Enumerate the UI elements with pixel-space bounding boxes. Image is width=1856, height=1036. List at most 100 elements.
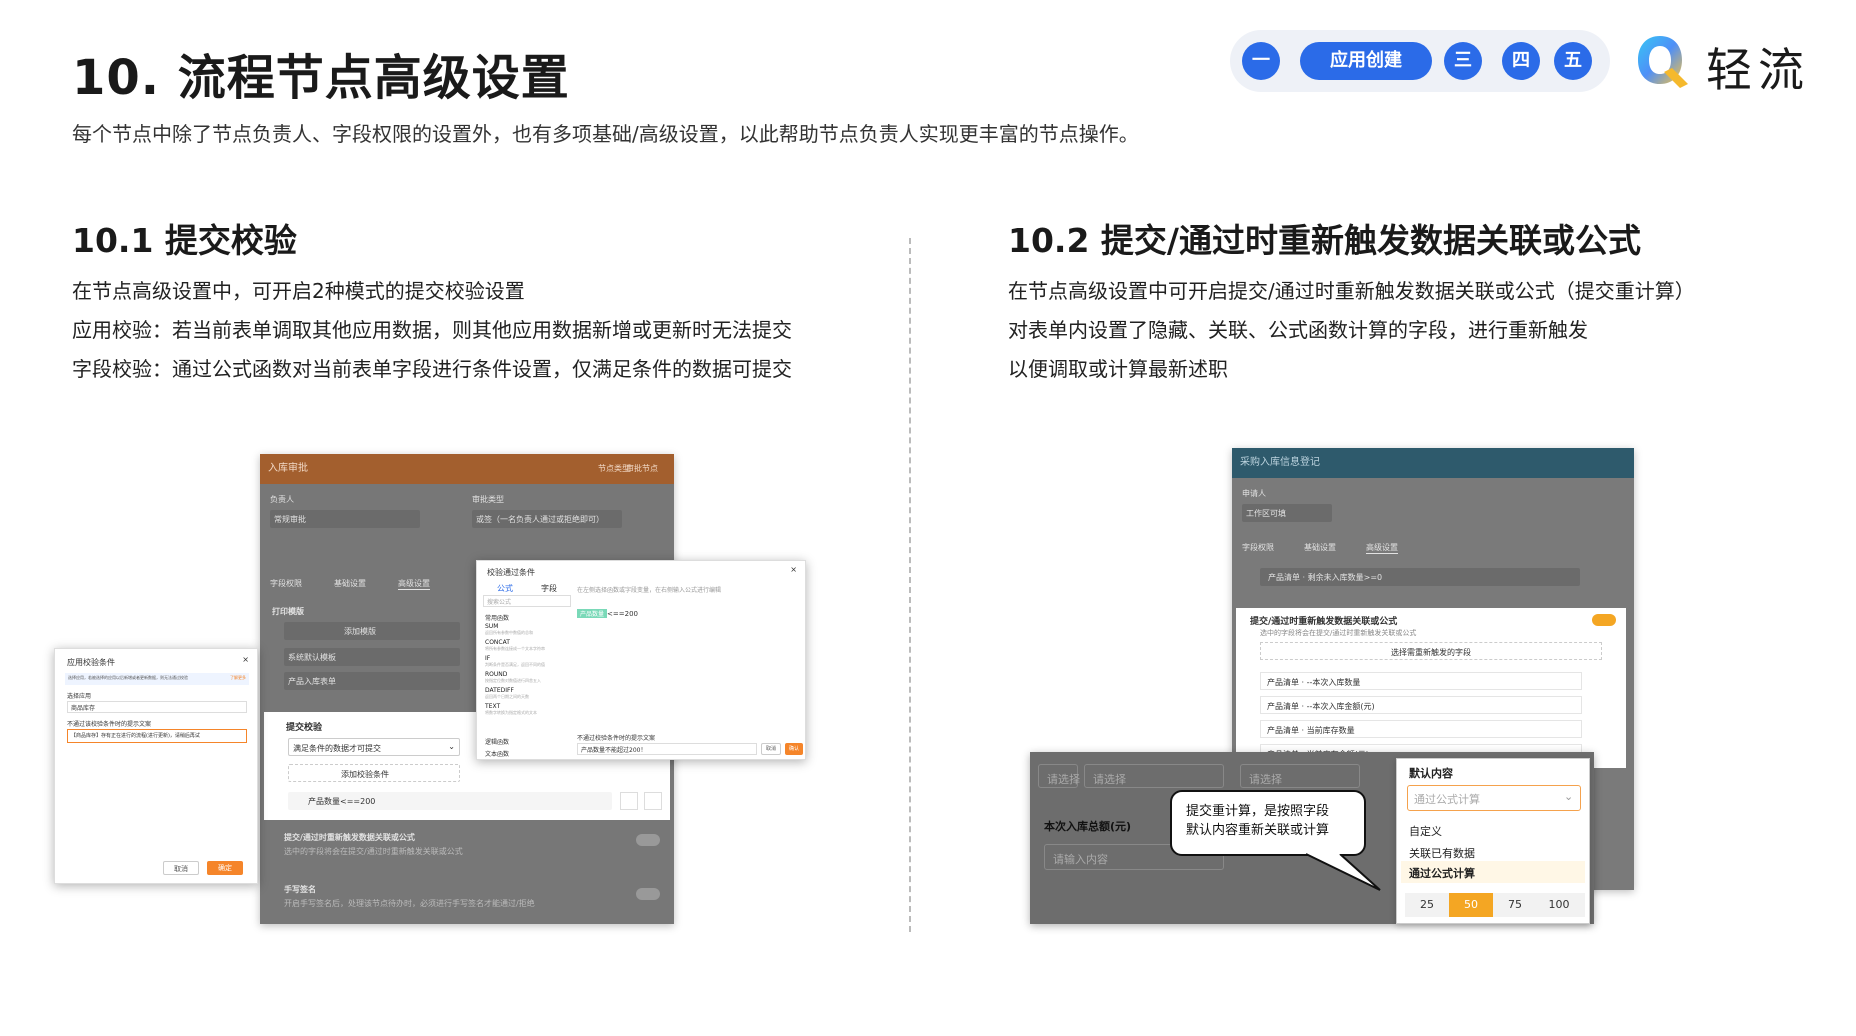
tab-formula[interactable]: 公式 bbox=[497, 583, 513, 594]
function-group[interactable]: 文本函数 bbox=[485, 749, 509, 758]
sign-desc: 开启手写签名后，处理该节点待办时，必须进行手写签名才能通过/拒绝 bbox=[284, 899, 535, 908]
node-title: 采购入库信息登记 bbox=[1240, 457, 1320, 468]
tab-field[interactable]: 字段 bbox=[541, 583, 557, 594]
section-2-line: 在节点高级设置中可开启提交/通过时重新触发数据关联或公式（提交重计算） bbox=[1008, 279, 1695, 303]
field-row[interactable]: 产品清单 · --本次入库金额(元) bbox=[1260, 696, 1582, 714]
select-app-input[interactable]: 商品库存 bbox=[67, 701, 247, 713]
number-scale: 25 50 75 100 bbox=[1405, 893, 1585, 917]
field-row[interactable]: 产品清单 · --本次入库数量 bbox=[1260, 672, 1582, 690]
select-app-label: 选择应用 bbox=[67, 693, 92, 700]
chevron-down-icon: ⌄ bbox=[448, 742, 455, 751]
tab-advanced-settings[interactable]: 高级设置 bbox=[398, 578, 430, 590]
approve-type-select[interactable]: 或签（一名负责人通过或拒绝即可） bbox=[472, 510, 622, 528]
confirm-button[interactable]: 确认 bbox=[785, 743, 803, 755]
formula-search-input[interactable]: 搜索公式 bbox=[483, 595, 571, 607]
select-input[interactable]: 请选择 bbox=[1240, 764, 1360, 788]
section-divider bbox=[909, 238, 911, 932]
function-item[interactable]: SUM 返回所有参数中数值的总和 bbox=[485, 623, 571, 639]
select-input[interactable]: 请选择 bbox=[1038, 764, 1080, 788]
option-formula[interactable]: 通过公式计算 bbox=[1401, 861, 1585, 883]
modal-title: 校验通过条件 bbox=[487, 568, 535, 577]
owner-label: 负责人 bbox=[270, 495, 294, 504]
page-subtitle: 每个节点中除了节点负责人、字段权限的设置外，也有多项基础/高级设置，以此帮助节点… bbox=[72, 122, 1139, 146]
scale-option[interactable]: 100 bbox=[1537, 893, 1581, 917]
default-content-card: 默认内容 通过公式计算 ⌄ 自定义 关联已有数据 通过公式计算 25 50 75… bbox=[1396, 758, 1590, 924]
section-1-description: 在节点高级设置中，可开启2种模式的提交校验设置 应用校验：若当前表单调取其他应用… bbox=[72, 272, 792, 389]
applicant-select[interactable]: 工作区可填 bbox=[1242, 504, 1332, 522]
node-header: 采购入库信息登记 bbox=[1232, 448, 1634, 478]
section-1-heading: 10.1 提交校验 bbox=[72, 221, 297, 260]
verify-condition-modal: 校验通过条件 × 公式 字段 搜索公式 在左侧选择函数或字段变量，在右侧输入公式… bbox=[476, 560, 806, 760]
select-fields-button[interactable]: 选择需重新触发的字段 bbox=[1260, 642, 1602, 660]
applicant-label: 申请人 bbox=[1242, 489, 1266, 498]
nav-item-4[interactable]: 四 bbox=[1502, 42, 1540, 80]
fail-message-input[interactable]: 【商品库存】存有正在进行的流程(进行更新)，请稍后再试 bbox=[67, 729, 247, 743]
function-item[interactable]: TEXT 将数字转换为指定格式的文本 bbox=[485, 703, 571, 719]
delete-icon[interactable] bbox=[644, 792, 662, 810]
recalc-desc: 选中的字段将会在提交/通过时重新触发关联或公式 bbox=[1260, 629, 1417, 637]
logo-q-icon bbox=[1638, 36, 1688, 88]
section-2-line: 以便调取或计算最新述职 bbox=[1008, 357, 1228, 381]
formula-expression[interactable]: 产品数量 <==200 bbox=[577, 601, 638, 618]
sign-toggle[interactable] bbox=[636, 888, 660, 900]
close-icon[interactable]: × bbox=[242, 655, 249, 664]
scale-option-selected[interactable]: 50 bbox=[1449, 893, 1493, 917]
add-template-button[interactable]: 添加模版 bbox=[284, 622, 460, 640]
select-input[interactable]: 请选择 bbox=[1084, 764, 1224, 788]
scale-option[interactable]: 25 bbox=[1405, 893, 1449, 917]
nav-item-2[interactable]: 应用创建 bbox=[1300, 42, 1432, 80]
owner-select[interactable]: 常规审批 bbox=[270, 510, 420, 528]
logo-text: 轻流 bbox=[1706, 43, 1810, 97]
formula-hint: 在左侧选择函数或字段变量，在右侧输入公式进行编辑 bbox=[577, 587, 722, 594]
fail-message-input[interactable]: 产品数量不能超过200！ bbox=[577, 743, 757, 755]
info-tip: 选择应用，若被选择的应用以后新增或者更新数据，则无法通过校验 了解更多 bbox=[65, 673, 249, 685]
tab-advanced-settings[interactable]: 高级设置 bbox=[1366, 542, 1398, 554]
recalc-panel: 提交/通过时重新触发数据关联或公式 选中的字段将会在提交/通过时重新触发关联或公… bbox=[1236, 608, 1626, 768]
template-row[interactable]: 产品入库表单 bbox=[284, 672, 460, 690]
edit-icon[interactable] bbox=[620, 792, 638, 810]
function-item[interactable]: DATEDIFF 返回两个日期之间的天数 bbox=[485, 687, 571, 703]
verify-mode-select[interactable]: 满足条件的数据才可提交 ⌄ bbox=[288, 738, 460, 756]
chapter-nav: 一 应用创建 三 四 五 bbox=[1230, 30, 1610, 92]
tab-field-permission[interactable]: 字段权限 bbox=[270, 578, 302, 589]
node-type-value[interactable]: 审批节点 bbox=[626, 454, 658, 484]
add-condition-button[interactable]: 添加校验条件 bbox=[288, 764, 460, 782]
option-custom[interactable]: 自定义 bbox=[1409, 823, 1442, 839]
section-2-description: 在节点高级设置中可开启提交/通过时重新触发数据关联或公式（提交重计算） 对表单内… bbox=[1008, 272, 1695, 389]
section-1-line: 字段校验：通过公式函数对当前表单字段进行条件设置，仅满足条件的数据可提交 bbox=[72, 357, 792, 381]
nav-item-3[interactable]: 三 bbox=[1444, 42, 1482, 80]
function-item[interactable]: IF 判断条件是否满足，返回不同的值 bbox=[485, 655, 571, 671]
close-icon[interactable]: × bbox=[790, 565, 797, 574]
section-2-heading: 10.2 提交/通过时重新触发数据关联或公式 bbox=[1008, 221, 1641, 260]
function-group[interactable]: 常用函数 bbox=[485, 613, 509, 622]
function-group[interactable]: 逻辑函数 bbox=[485, 737, 509, 746]
tab-basic-settings[interactable]: 基础设置 bbox=[334, 578, 366, 589]
node-header: 入库审批 节点类型 审批节点 bbox=[260, 454, 674, 484]
verify-row[interactable]: 产品清单 · 剩余未入库数量>=0 bbox=[1260, 568, 1580, 586]
condition-row[interactable]: 产品数量<==200 bbox=[288, 792, 612, 810]
template-row[interactable]: 系统默认模板 bbox=[284, 648, 460, 666]
tab-basic-settings[interactable]: 基础设置 bbox=[1304, 542, 1336, 553]
verify-title: 提交校验 bbox=[286, 723, 323, 733]
page-title: 10. 流程节点高级设置 bbox=[72, 50, 570, 106]
nav-item-1[interactable]: 一 bbox=[1242, 42, 1280, 80]
cancel-button[interactable]: 取消 bbox=[163, 861, 199, 875]
function-item[interactable]: ROUND 按指定位数对数值进行四舍五入 bbox=[485, 671, 571, 687]
recalc-toggle[interactable] bbox=[636, 834, 660, 846]
recalc-toggle[interactable] bbox=[1592, 614, 1616, 626]
print-template-title: 打印模版 bbox=[272, 607, 304, 616]
field-row[interactable]: 产品清单 · 当前库存数量 bbox=[1260, 720, 1582, 738]
default-mode-select[interactable]: 通过公式计算 ⌄ bbox=[1407, 785, 1581, 811]
brand-logo: 轻流 bbox=[1634, 30, 1834, 97]
app-verify-modal: 应用校验条件 × 选择应用，若被选择的应用以后新增或者更新数据，则无法通过校验 … bbox=[54, 648, 258, 884]
confirm-button[interactable]: 确定 bbox=[207, 861, 243, 875]
tab-field-permission[interactable]: 字段权限 bbox=[1242, 542, 1274, 553]
recalc-desc: 选中的字段将会在提交/通过时重新触发关联或公式 bbox=[284, 847, 463, 856]
scale-option[interactable]: 75 bbox=[1493, 893, 1537, 917]
cancel-button[interactable]: 取消 bbox=[761, 743, 781, 755]
option-linked-data[interactable]: 关联已有数据 bbox=[1409, 845, 1475, 861]
nav-item-5[interactable]: 五 bbox=[1554, 42, 1592, 80]
fail-message-label: 不通过该校验条件时的提示文案 bbox=[67, 721, 152, 728]
function-item[interactable]: CONCAT 将所有参数连接成一个文本字符串 bbox=[485, 639, 571, 655]
callout-pointer-icon bbox=[1305, 850, 1381, 891]
